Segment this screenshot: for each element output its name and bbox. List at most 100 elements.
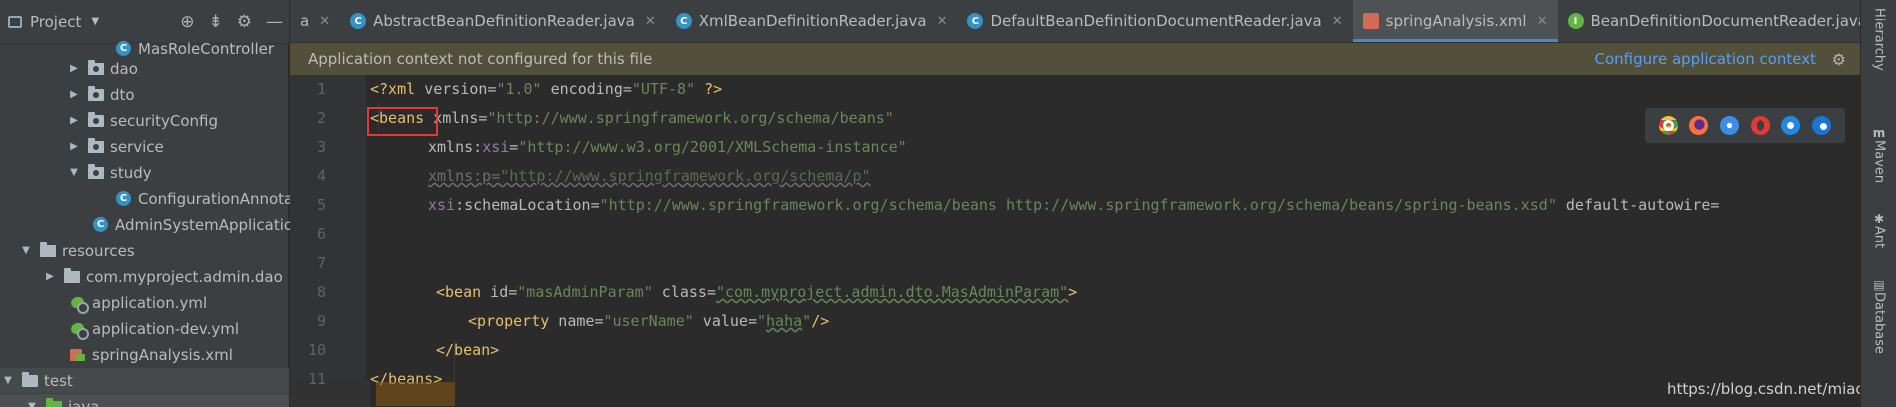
line-number: 10 — [307, 341, 326, 359]
tree-item-label: test — [44, 371, 73, 390]
gear-icon[interactable]: ⚙ — [1832, 50, 1846, 69]
close-icon[interactable]: ✕ — [1332, 14, 1343, 29]
spring-config-icon — [70, 296, 89, 314]
code-line-5: xsi:schemaLocation="http://www.springfra… — [428, 191, 1719, 220]
tab-label: AbstractBeanDefinitionReader.java — [373, 12, 635, 30]
chevron-down-icon[interactable]: ▼ — [2, 375, 14, 386]
code-token: haha — [766, 312, 803, 330]
close-icon[interactable]: ✕ — [937, 14, 948, 29]
chevron-down-icon[interactable]: ▼ — [26, 401, 38, 407]
locate-icon[interactable]: ⊕ — [180, 12, 194, 32]
class-icon: C — [116, 41, 131, 56]
code-token: version — [424, 80, 488, 98]
code-token: "userName" — [603, 312, 694, 330]
hierarchy-tool-button[interactable]: Hierarchy — [1867, 8, 1891, 71]
tree-item-label: resources — [62, 241, 135, 260]
hide-icon[interactable]: — — [266, 12, 283, 32]
code-token: = — [622, 80, 632, 98]
tab-label: DefaultBeanDefinitionDocumentReader.java — [990, 12, 1322, 30]
tree-item[interactable]: application.yml — [70, 290, 207, 315]
chevron-right-icon[interactable]: ▶ — [68, 115, 80, 126]
tab-xml-bean-definition-reader[interactable]: C XmlBeanDefinitionReader.java ✕ — [666, 0, 958, 42]
close-icon[interactable]: ✕ — [1537, 14, 1548, 29]
collapse-all-icon[interactable]: ⇟ — [209, 12, 223, 32]
firefox-icon[interactable] — [1689, 116, 1709, 135]
code-token: "com.myproject.admin.dto.MasAdminParam" — [715, 283, 1069, 301]
annotation-highlight-box — [367, 107, 438, 136]
edge-icon[interactable] — [1812, 116, 1832, 135]
folder-icon — [22, 371, 38, 387]
code-token: xmlns:p — [428, 167, 492, 185]
configure-context-link[interactable]: Configure application context — [1594, 50, 1816, 68]
tree-item[interactable]: ▶ dao — [68, 56, 138, 81]
tab-partial[interactable]: a ✕ — [290, 0, 340, 42]
project-panel-title[interactable]: Project — [30, 13, 81, 31]
code-token: schemaLocation — [464, 196, 591, 214]
code-token: /> — [811, 312, 830, 330]
tab-abstract-bean-definition-reader[interactable]: C AbstractBeanDefinitionReader.java ✕ — [340, 0, 666, 42]
line-number: 1 — [316, 80, 326, 98]
tree-item[interactable]: ▶ service — [68, 134, 164, 159]
package-icon — [88, 59, 104, 75]
package-icon — [88, 85, 104, 101]
tree-item[interactable]: ▶ com.myproject.admin.dao — [44, 264, 283, 289]
source-folder-icon — [46, 397, 62, 407]
tree-item-label: ConfigurationAnnota — [138, 189, 294, 208]
chevron-right-icon[interactable]: ▶ — [44, 271, 56, 282]
strip-label: Hierarchy — [1871, 8, 1887, 71]
chevron-down-icon[interactable]: ▼ — [91, 16, 99, 27]
editor-tab-bar: a ✕ C AbstractBeanDefinitionReader.java … — [290, 0, 1896, 43]
tree-item[interactable]: ▼ resources — [20, 238, 135, 263]
tab-spring-analysis-xml[interactable]: springAnalysis.xml ✕ — [1352, 0, 1558, 42]
xml-file-icon — [70, 347, 86, 362]
tree-item[interactable]: springAnalysis.xml — [70, 342, 233, 367]
tree-item[interactable]: ▶ securityConfig — [68, 108, 218, 133]
tree-item[interactable]: C ConfigurationAnnota — [116, 186, 293, 211]
chevron-right-icon[interactable]: ▶ — [68, 141, 80, 152]
safari-icon[interactable] — [1720, 116, 1740, 135]
database-tool-button[interactable]: ▤ Database — [1867, 278, 1891, 354]
code-token: xmlns — [428, 138, 474, 156]
chrome-icon[interactable] — [1658, 116, 1678, 135]
tree-item[interactable]: ▼ java — [0, 394, 289, 407]
chevron-right-icon[interactable]: ▶ — [68, 63, 80, 74]
code-token: "http://www.springframework.org/schema/b… — [487, 109, 894, 127]
tree-item-label: dao — [110, 59, 138, 78]
spring-config-icon — [70, 322, 89, 340]
tree-item-label: service — [110, 137, 164, 156]
code-editor[interactable]: <?xml version="1.0" encoding="UTF-8" ?> … — [370, 75, 1860, 407]
matched-tag-highlight — [376, 382, 455, 406]
class-icon: C — [675, 13, 692, 29]
tab-bean-definition-document-reader[interactable]: I BeanDefinitionDocumentReader.java ✕ — [1558, 0, 1896, 42]
opera-icon[interactable] — [1750, 116, 1770, 135]
open-in-browser-toolbar — [1645, 108, 1845, 143]
close-icon[interactable]: ✕ — [645, 14, 656, 29]
tree-item-label: application.yml — [92, 293, 208, 312]
banner-message: Application context not configured for t… — [308, 50, 653, 68]
code-token: value — [693, 312, 748, 330]
tree-item[interactable]: ▼ test — [0, 368, 289, 393]
line-number: 7 — [316, 254, 326, 272]
code-token: < — [436, 283, 446, 301]
tree-item-label: securityConfig — [110, 111, 219, 130]
code-token: name — [549, 312, 595, 330]
chevron-down-icon[interactable]: ▼ — [20, 245, 32, 256]
tree-item[interactable]: C MasRoleController — [116, 36, 274, 61]
maven-tool-button[interactable]: m Maven — [1867, 126, 1891, 183]
code-token: = — [590, 196, 600, 214]
tree-item[interactable]: ▼ study — [68, 160, 152, 185]
chevron-down-icon[interactable]: ▼ — [68, 167, 80, 178]
gear-icon[interactable]: ⚙ — [237, 12, 252, 32]
chevron-right-icon[interactable]: ▶ — [68, 89, 80, 100]
tab-default-bean-definition-document-reader[interactable]: C DefaultBeanDefinitionDocumentReader.ja… — [957, 0, 1352, 42]
ant-tool-button[interactable]: ✱ Ant — [1867, 212, 1891, 248]
database-icon: ▤ — [1873, 278, 1885, 292]
code-token: xsi — [428, 196, 456, 214]
close-icon[interactable]: ✕ — [319, 14, 330, 29]
code-token: <?xml — [370, 80, 425, 98]
tree-item[interactable]: ▶ dto — [68, 82, 135, 107]
tree-item[interactable]: C AdminSystemApplicatio — [93, 212, 293, 237]
unused-namespace: xmlns:p="http://www.springframework.org/… — [428, 167, 871, 185]
tree-item[interactable]: application-dev.yml — [70, 316, 239, 341]
ie-icon[interactable] — [1781, 116, 1801, 135]
